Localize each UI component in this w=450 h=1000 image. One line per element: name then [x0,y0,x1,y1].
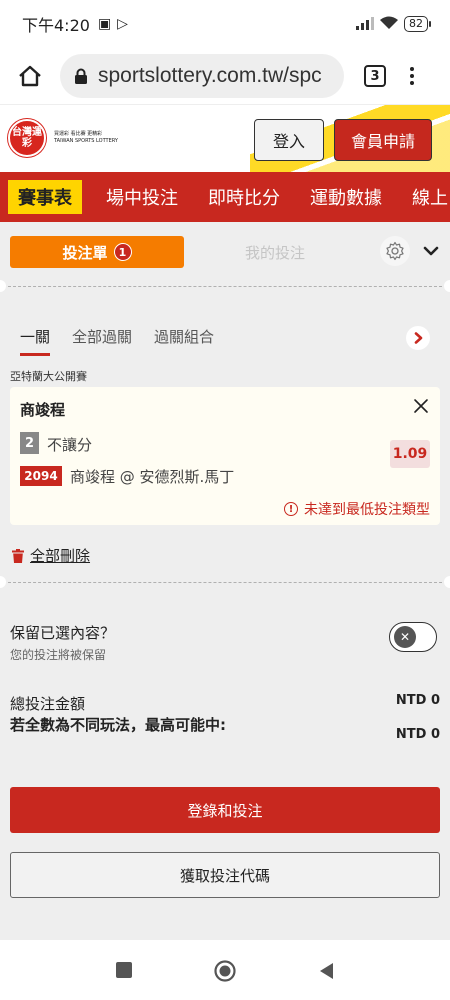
toggle-off-icon: ✕ [394,626,416,648]
close-icon[interactable] [412,397,430,415]
site-logo[interactable]: 台灣運彩 [8,119,46,157]
logo-subtitle-line1: 買運彩 看比賽 更精彩 [54,131,103,137]
chevron-right-icon[interactable] [406,326,430,350]
delete-all-label: 全部刪除 [30,547,91,565]
ticket-notch-right [444,576,450,588]
tab-switcher-button[interactable]: 3 [364,65,386,87]
divider [8,582,442,583]
battery-icon: 82 [404,16,431,32]
bet-type-label: 不讓分 [47,436,93,454]
trash-icon [12,548,24,563]
league-name: 亞特蘭大公開賽 [10,370,87,383]
selection-number-badge: 2 [20,432,39,454]
login-button[interactable]: 登入 [254,119,324,161]
chevron-down-icon[interactable] [422,242,440,260]
nav-item-sports-data[interactable]: 運動數據 [308,181,384,213]
warning-text: 未達到最低投注類型 [304,502,430,518]
site-header: 台灣運彩 買運彩 看比賽 更精彩 TAIWAN SPORTS LOTTERY 登… [0,104,450,172]
warning-message: ! 未達到最低投注類型 [284,499,430,519]
keep-selection-toggle[interactable]: ✕ [389,622,437,652]
tab-single[interactable]: 一關 [20,326,51,356]
betslip-count-badge: 1 [113,243,132,261]
max-win-value: NTD 0 [395,727,440,742]
bet-mode-tabs: 一關 全部過關 過關組合 [20,326,236,356]
nav-item-live-betting[interactable]: 場中投注 [104,181,180,213]
total-stake-value: NTD 0 [395,693,440,708]
logo-subtitle: 買運彩 看比賽 更精彩 TAIWAN SPORTS LOTTERY [54,131,118,145]
keep-selection-subtitle: 您的投注將被保留 [10,648,107,662]
back-icon[interactable] [318,962,334,984]
selection-card: 商竣程 2 不讓分 1.09 2094 商竣程 @ 安德烈斯.馬丁 ! 未達到最… [10,387,440,525]
more-menu-icon[interactable] [408,67,416,85]
total-stake-label: 總投注金額 [10,695,86,713]
betslip-tab-label: 投注單 [62,243,108,262]
notification-icon: ▣ [97,16,112,32]
status-time: 下午4:20 [22,16,90,35]
logo-subtitle-line2: TAIWAN SPORTS LOTTERY [54,138,118,144]
betslip-panel: 投注單 1 我的投注 一關 全部過關 過關組合 亞特蘭大公開賽 商竣程 2 不讓… [0,222,450,940]
nav-item-online[interactable]: 線上 [410,181,450,213]
play-icon: ▷ [117,16,128,32]
register-button[interactable]: 會員申請 [334,119,432,161]
selection-title: 商竣程 [20,401,66,419]
delete-all-button[interactable]: 全部刪除 [12,545,90,566]
status-bar: 下午4:20 ▣ ▷ 82 [0,0,450,48]
nav-item-live-scores[interactable]: 即時比分 [206,181,282,213]
address-bar[interactable]: sportslottery.com.tw/spc [60,54,344,98]
max-win-label: 若全數為不同玩法，最高可能中: [10,716,227,734]
ticket-notch-left [0,280,6,292]
keep-selection-title: 保留已選內容？ [10,624,116,642]
ticket-notch-left [0,576,6,588]
home-button-icon[interactable] [214,960,236,986]
get-bet-code-button[interactable]: 獲取投注代碼 [10,852,440,898]
match-code-badge: 2094 [20,466,62,486]
main-nav: 賽事表 場中投注 即時比分 運動數據 線上 [0,172,450,222]
nav-item-schedule[interactable]: 賽事表 [8,180,82,214]
lock-icon [74,68,88,84]
match-name: 商竣程 @ 安德烈斯.馬丁 [70,468,235,486]
recents-icon[interactable] [116,962,132,982]
gear-icon[interactable] [380,236,410,266]
browser-toolbar: sportslottery.com.tw/spc 3 [0,48,450,104]
tab-parlay-combo[interactable]: 過關組合 [154,326,214,356]
wifi-icon [380,15,398,34]
url-text: sportslottery.com.tw/spc [98,64,322,87]
odds-value: 1.09 [390,440,430,468]
divider [8,286,442,287]
ticket-notch-right [444,280,450,292]
warning-icon: ! [284,502,298,516]
home-icon[interactable] [14,60,46,92]
signal-icon [356,15,374,34]
system-nav-bar [0,940,450,1000]
login-and-bet-button[interactable]: 登錄和投注 [10,787,440,833]
tab-betslip[interactable]: 投注單 1 [10,236,184,268]
tab-all-parlay[interactable]: 全部過關 [72,326,132,356]
tab-my-bets[interactable]: 我的投注 [210,236,340,268]
